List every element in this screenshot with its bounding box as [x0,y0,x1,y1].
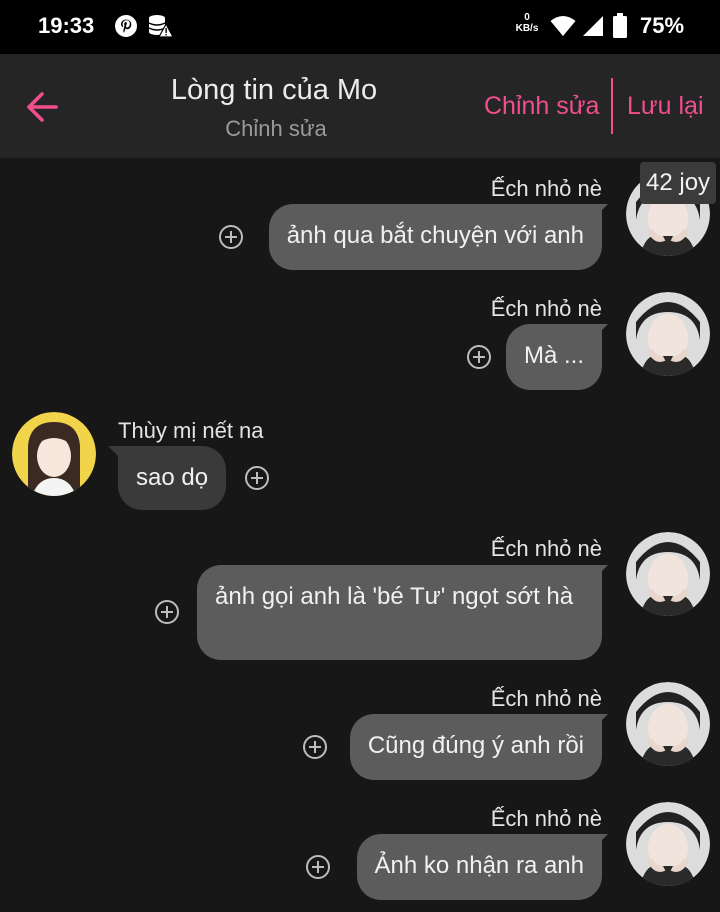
page-subtitle: Chỉnh sửa [225,116,327,141]
battery-icon [613,13,627,38]
header-divider [611,78,613,134]
add-reaction-icon[interactable] [302,734,328,760]
pinterest-icon [115,15,137,37]
edit-button[interactable]: Chỉnh sửa [484,92,599,121]
sender-name: Thùy mị nết na [118,418,264,443]
sender-name: Ếch nhỏ nè [490,296,602,321]
sender-name: Ếch nhỏ nè [490,686,602,711]
message-bubble[interactable]: Mà ... [505,324,602,390]
avatar-female[interactable] [12,412,96,496]
avatar-male[interactable] [626,292,710,376]
add-reaction-icon[interactable] [218,224,244,250]
message-bubble[interactable]: Ảnh ko nhận ra anh [356,834,602,900]
sender-name: Ếch nhỏ nè [490,536,602,561]
message-bubble[interactable]: sao dọ [118,446,227,510]
message-bubble[interactable]: ảnh gọi anh là 'bé Tư' ngọt sớt hà [197,565,602,660]
cellular-signal-icon [583,16,603,36]
sender-name: Ếch nhỏ nè [490,176,602,201]
save-button[interactable]: Lưu lại [627,92,704,121]
avatar-male[interactable] [626,532,710,616]
bubble-tail [594,714,608,728]
add-reaction-icon[interactable] [466,344,492,370]
battery-percent: 75% [640,13,685,38]
add-reaction-icon[interactable] [305,854,331,880]
message-bubble[interactable]: Cũng đúng ý anh rồi [349,714,602,780]
bubble-tail [594,204,608,218]
add-reaction-icon[interactable] [244,465,270,491]
message-bubble[interactable]: ảnh qua bắt chuyện với anh [268,204,602,270]
bubble-tail [108,446,122,460]
sender-name: Ếch nhỏ nè [490,806,602,831]
bubble-tail [594,834,608,848]
bubble-tail [594,565,608,579]
status-bar: 19:33 0 KB/s 75% [0,0,720,54]
avatar-male[interactable] [626,682,710,766]
joy-badge: 42 joy [640,162,717,204]
network-speed: 0 KB/s [515,12,539,34]
page-title: Lòng tin của Mo [170,74,378,106]
data-warning-icon [148,15,174,38]
status-time: 19:33 [38,13,95,38]
wifi-icon [550,16,576,36]
add-reaction-icon[interactable] [154,599,180,625]
avatar-male[interactable] [626,802,710,886]
bubble-tail [594,324,608,338]
app-header: Lòng tin của Mo Chỉnh sửa Chỉnh sửa Lưu … [0,54,720,158]
